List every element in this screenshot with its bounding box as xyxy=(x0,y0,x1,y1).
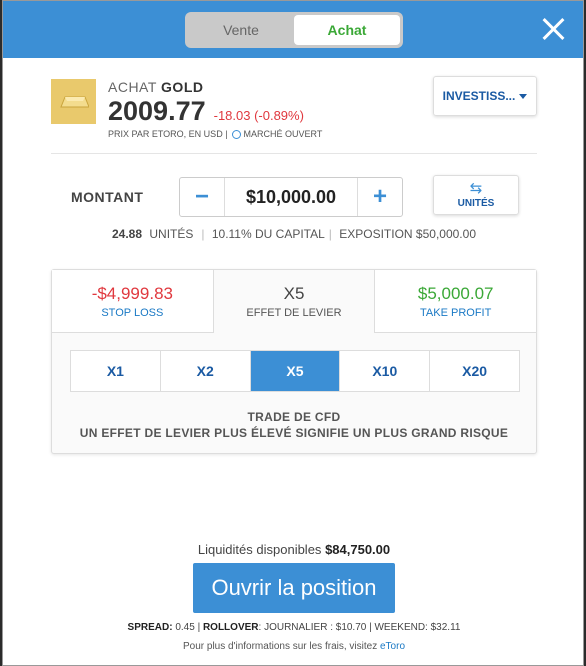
stop-loss-label: STOP LOSS xyxy=(101,306,164,319)
dialog-header: Vente Achat xyxy=(3,1,583,58)
trade-dialog: Vente Achat ACHAT GOLD 2009.77 -18.03 (-… xyxy=(2,0,584,666)
capital-stat: 10.11% DU CAPITAL xyxy=(211,227,325,241)
take-profit-value: $5,000.07 xyxy=(417,283,494,303)
liquidity-value: $84,750.00 xyxy=(325,542,391,557)
buy-sell-toggle: Vente Achat xyxy=(185,12,403,48)
units-value: 24.88 xyxy=(111,227,143,241)
risk-panel: -$4,999.83 STOP LOSS X5 EFFET DE LEVIER … xyxy=(51,269,537,454)
tab-stop-loss[interactable]: -$4,999.83 STOP LOSS xyxy=(52,270,213,333)
asset-price: 2009.77 xyxy=(108,96,206,126)
decrease-amount-button[interactable]: − xyxy=(180,178,224,216)
close-icon[interactable] xyxy=(541,17,565,41)
rollover-label: ROLLOVER xyxy=(202,622,259,633)
leverage-option-x5[interactable]: X5 xyxy=(249,351,340,391)
amount-label: MONTANT xyxy=(71,189,144,205)
trade-action: ACHAT xyxy=(108,79,157,95)
leverage-option-x2[interactable]: X2 xyxy=(159,351,250,391)
swap-arrows-icon: ⇆ xyxy=(469,180,483,197)
market-status: MARCHÉ OUVERT xyxy=(243,129,323,139)
leverage-selector: X1 X2 X5 X10 X20 xyxy=(70,350,520,392)
asset-name: GOLD xyxy=(161,79,204,95)
caret-down-icon xyxy=(519,93,528,99)
stop-loss-value: -$4,999.83 xyxy=(91,283,173,303)
spread-label: SPREAD: xyxy=(127,622,173,633)
tab-buy[interactable]: Achat xyxy=(294,15,400,45)
fees-info-text: Pour plus d'informations sur les frais, … xyxy=(182,641,378,652)
open-position-button[interactable]: Ouvrir la position xyxy=(193,563,395,613)
asset-info: ACHAT GOLD 2009.77 -18.03 (-0.89%) PRIX … xyxy=(108,79,322,139)
leverage-option-x1[interactable]: X1 xyxy=(71,351,160,391)
cfd-warning-text: UN EFFET DE LEVIER PLUS ÉLEVÉ SIGNIFIE U… xyxy=(79,426,509,440)
risk-tabs: -$4,999.83 STOP LOSS X5 EFFET DE LEVIER … xyxy=(52,270,537,333)
tab-leverage[interactable]: X5 EFFET DE LEVIER xyxy=(212,270,376,333)
leverage-value: X5 xyxy=(283,284,305,303)
leverage-option-x20[interactable]: X20 xyxy=(429,351,519,391)
exposure-stat: EXPOSITION $50,000.00 xyxy=(339,227,476,241)
divider xyxy=(51,153,537,154)
etoro-link[interactable]: eToro xyxy=(380,641,405,652)
units-stat-label: UNITÉS xyxy=(149,227,194,241)
clock-icon xyxy=(231,129,241,139)
units-toggle-button[interactable]: ⇆ UNITÉS xyxy=(433,175,519,215)
amount-stepper: − $10,000.00 + xyxy=(179,177,403,217)
leverage-label: EFFET DE LEVIER xyxy=(246,307,342,319)
position-stats: 24.88 UNITÉS | 10.11% DU CAPITAL | EXPOSIT… xyxy=(51,227,537,241)
liquidity-label: Liquidités disponibles xyxy=(197,542,322,557)
leverage-option-x10[interactable]: X10 xyxy=(339,351,429,391)
units-toggle-label: UNITÉS xyxy=(457,198,495,209)
amount-input[interactable]: $10,000.00 xyxy=(224,178,358,216)
price-source: PRIX PAR ETORO, EN USD | xyxy=(108,129,228,139)
price-change: -18.03 (-0.89%) xyxy=(213,108,304,123)
fees-info: Pour plus d'informations sur les frais, … xyxy=(3,641,583,652)
cfd-warning: TRADE DE CFD UN EFFET DE LEVIER PLUS ÉLE… xyxy=(52,409,536,441)
cfd-warning-title: TRADE DE CFD xyxy=(247,410,341,424)
available-liquidity: Liquidités disponibles $84,750.00 xyxy=(3,542,583,557)
invest-dropdown-button[interactable]: INVESTISS... xyxy=(433,76,537,116)
tab-sell[interactable]: Vente xyxy=(188,15,294,45)
price-meta: PRIX PAR ETORO, EN USD | MARCHÉ OUVERT xyxy=(108,129,322,139)
gold-bar-icon xyxy=(51,79,96,124)
spread-value: 0.45 | xyxy=(175,622,201,633)
asset-header: ACHAT GOLD 2009.77 -18.03 (-0.89%) PRIX … xyxy=(51,79,322,139)
rollover-value: : JOURNALIER : $10.70 | WEEKEND: $32.11 xyxy=(258,622,461,633)
increase-amount-button[interactable]: + xyxy=(358,178,402,216)
take-profit-label: TAKE PROFIT xyxy=(420,306,492,319)
invest-dropdown-label: INVESTISS... xyxy=(442,89,516,103)
price-row: 2009.77 -18.03 (-0.89%) xyxy=(108,96,322,127)
tab-take-profit[interactable]: $5,000.07 TAKE PROFIT xyxy=(375,270,537,333)
asset-title: ACHAT GOLD xyxy=(108,79,322,95)
units-stat: 24.88 UNITÉS xyxy=(108,227,201,241)
fees-line: SPREAD: 0.45 | ROLLOVER: JOURNALIER : $1… xyxy=(3,622,583,633)
